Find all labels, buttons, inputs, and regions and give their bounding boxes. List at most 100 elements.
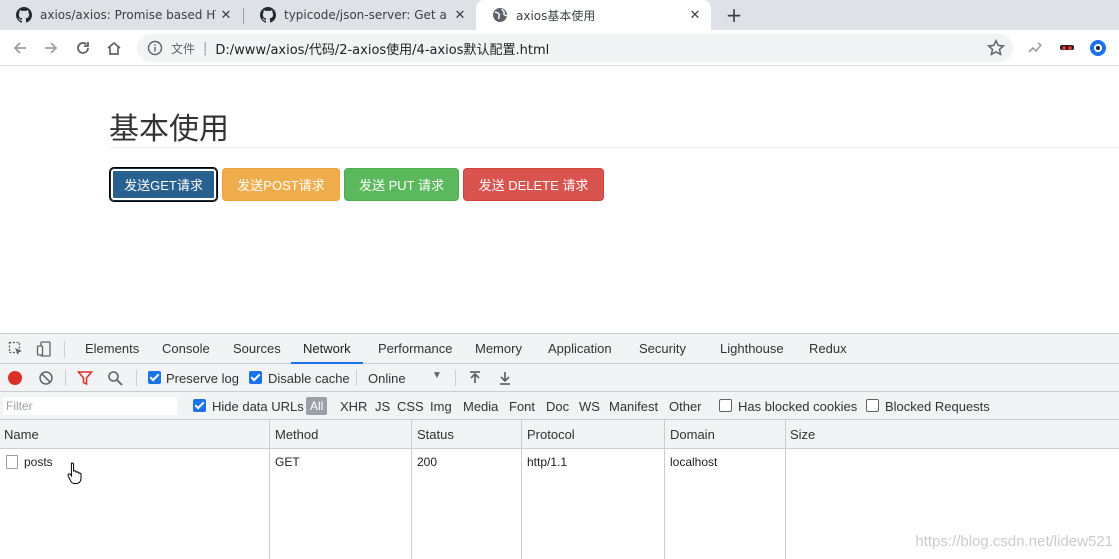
network-filter-bar: Filter Hide data URLs All XHR JS CSS Img… — [0, 392, 1119, 420]
inspect-element-icon[interactable] — [8, 341, 24, 357]
import-har-icon[interactable] — [467, 370, 483, 386]
send-put-button[interactable]: 发送 PUT 请求 — [344, 168, 459, 201]
tab-sources[interactable]: Sources — [233, 334, 281, 364]
filter-type-manifest[interactable]: Manifest — [609, 399, 658, 414]
url-text[interactable]: D:/www/axios/代码/2-axios使用/4-axios默认配置.ht… — [215, 39, 549, 58]
column-header-method[interactable]: Method — [271, 420, 318, 449]
column-header-domain[interactable]: Domain — [666, 420, 715, 449]
back-button[interactable] — [9, 37, 31, 59]
divider: | — [203, 40, 208, 56]
filter-type-js[interactable]: JS — [375, 399, 390, 414]
filter-icon[interactable] — [77, 370, 93, 386]
incognito-extension-icon[interactable] — [1058, 39, 1076, 57]
request-size — [786, 449, 790, 475]
address-bar[interactable]: 文件 | D:/www/axios/代码/2-axios使用/4-axios默认… — [137, 34, 1013, 62]
tab-title: axios/axios: Promise based HT — [40, 8, 216, 22]
browser-tab-axios-basic[interactable]: axios基本使用 ✕ — [476, 0, 711, 30]
browser-tab-json-server[interactable]: typicode/json-server: Get a ful ✕ — [244, 0, 476, 30]
filter-type-media[interactable]: Media — [463, 399, 498, 414]
divider — [65, 370, 66, 386]
request-protocol: http/1.1 — [527, 455, 568, 469]
new-tab-button[interactable]: + — [722, 3, 746, 27]
document-icon — [6, 455, 18, 469]
request-method: GET — [275, 455, 300, 469]
column-header-name[interactable]: Name — [0, 420, 39, 449]
throttle-select[interactable]: Online — [368, 371, 406, 386]
filter-type-xhr[interactable]: XHR — [340, 399, 367, 414]
tab-memory[interactable]: Memory — [475, 334, 522, 364]
filter-type-ws[interactable]: WS — [579, 399, 600, 414]
filter-type-css[interactable]: CSS — [397, 399, 424, 414]
info-icon[interactable] — [147, 40, 163, 56]
reload-icon — [77, 42, 89, 54]
hide-data-urls-label: Hide data URLs — [212, 399, 304, 414]
browser-tab-axios-github[interactable]: axios/axios: Promise based HT ✕ — [0, 0, 242, 30]
column-header-size[interactable]: Size — [786, 420, 815, 449]
arrow-left-icon — [13, 42, 26, 54]
send-get-button[interactable]: 发送GET请求 — [109, 167, 218, 202]
profile-icon[interactable] — [1089, 39, 1107, 57]
table-header: Name Method Status Protocol Domain Size — [0, 420, 1119, 449]
column-header-status[interactable]: Status — [413, 420, 454, 449]
devtools-tab-bar: Elements Console Sources Network Perform… — [0, 334, 1119, 364]
tab-performance[interactable]: Performance — [378, 334, 452, 364]
tab-console[interactable]: Console — [162, 334, 210, 364]
tab-title: axios基本使用 — [516, 8, 596, 23]
request-status: 200 — [417, 455, 438, 469]
send-delete-button[interactable]: 发送 DELETE 请求 — [463, 168, 604, 201]
has-blocked-cookies-label: Has blocked cookies — [738, 399, 858, 414]
record-icon[interactable] — [7, 370, 23, 386]
tab-security[interactable]: Security — [639, 334, 686, 364]
disable-cache-label: Disable cache — [268, 371, 350, 386]
bookmark-star-icon[interactable] — [987, 39, 1005, 57]
filter-input[interactable]: Filter — [2, 396, 178, 416]
globe-icon — [493, 8, 508, 22]
column-divider[interactable] — [785, 420, 786, 559]
tab-network[interactable]: Network — [291, 334, 363, 364]
filter-type-other[interactable]: Other — [669, 399, 702, 414]
preserve-log-checkbox[interactable] — [148, 371, 161, 384]
chevron-down-icon[interactable]: ▼ — [432, 370, 442, 381]
close-icon[interactable]: ✕ — [685, 8, 705, 23]
scheme-label: 文件 — [171, 41, 196, 56]
close-icon[interactable]: ✕ — [450, 8, 470, 23]
reload-button[interactable] — [72, 37, 94, 59]
disable-cache-checkbox[interactable] — [249, 371, 262, 384]
column-divider[interactable] — [664, 420, 665, 559]
column-header-protocol[interactable]: Protocol — [523, 420, 575, 449]
column-divider[interactable] — [269, 420, 270, 559]
blocked-requests-checkbox[interactable] — [866, 399, 879, 412]
search-icon[interactable] — [107, 370, 123, 386]
extension-icon[interactable] — [1026, 39, 1044, 57]
device-toolbar-icon[interactable] — [36, 341, 52, 357]
arrow-right-icon — [45, 42, 58, 54]
filter-type-font[interactable]: Font — [509, 399, 535, 414]
watermark-text: https://blog.csdn.net/lidew521 — [915, 533, 1113, 550]
tab-application[interactable]: Application — [548, 334, 612, 364]
column-divider[interactable] — [411, 420, 412, 559]
has-blocked-cookies-checkbox[interactable] — [719, 399, 732, 412]
column-divider[interactable] — [521, 420, 522, 559]
close-icon[interactable]: ✕ — [216, 8, 236, 23]
table-row[interactable]: posts GET 200 http/1.1 localhost — [0, 449, 1119, 475]
home-icon — [107, 41, 121, 55]
tab-strip: axios/axios: Promise based HT ✕ typicode… — [0, 0, 1119, 30]
clear-icon[interactable] — [38, 370, 54, 386]
tab-redux[interactable]: Redux — [809, 334, 847, 364]
divider — [356, 370, 357, 386]
home-button[interactable] — [103, 37, 125, 59]
network-toolbar: Preserve log Disable cache Online ▼ — [0, 364, 1119, 392]
hide-data-urls-checkbox[interactable] — [193, 399, 206, 412]
hand-cursor-icon — [67, 462, 82, 484]
export-har-icon[interactable] — [497, 370, 513, 386]
filter-type-all[interactable]: All — [306, 397, 328, 415]
filter-type-doc[interactable]: Doc — [546, 399, 569, 414]
request-name[interactable]: posts — [20, 449, 53, 475]
forward-button[interactable] — [40, 37, 62, 59]
tab-elements[interactable]: Elements — [85, 334, 139, 364]
browser-toolbar: 文件 | D:/www/axios/代码/2-axios使用/4-axios默认… — [0, 30, 1119, 66]
tab-lighthouse[interactable]: Lighthouse — [720, 334, 784, 364]
send-post-button[interactable]: 发送POST请求 — [222, 168, 340, 201]
filter-type-img[interactable]: Img — [430, 399, 452, 414]
request-domain: localhost — [670, 455, 718, 469]
